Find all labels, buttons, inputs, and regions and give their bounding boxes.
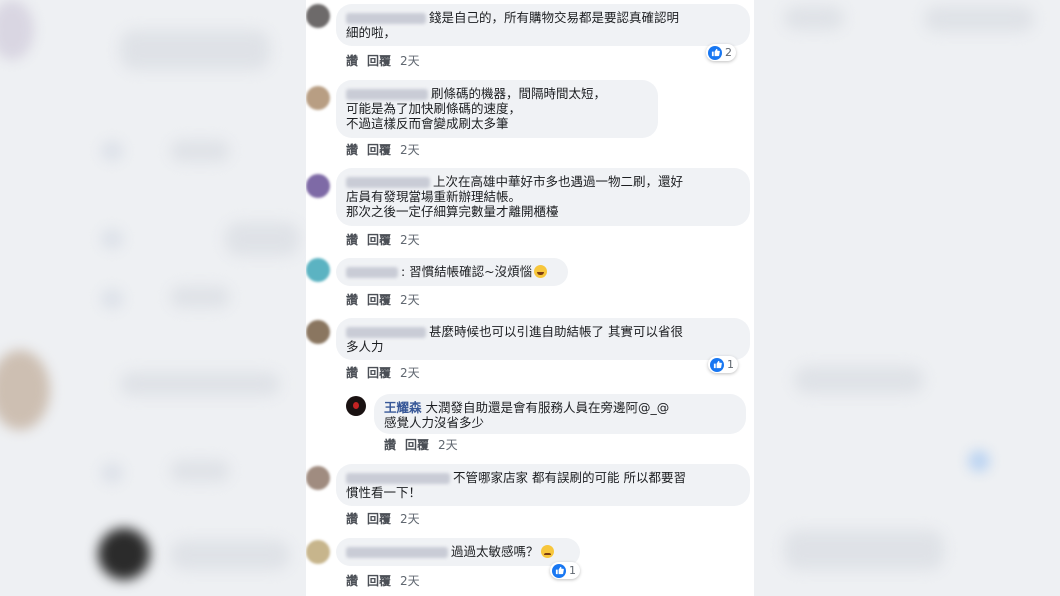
blurred-name [346, 13, 426, 24]
avatar[interactable] [346, 396, 366, 416]
comment-bubble: : 習慣結帳確認~沒煩惱 [336, 258, 568, 286]
reply-button[interactable]: 回覆 [367, 512, 391, 526]
comment-line: : 習慣結帳確認~沒煩惱 [401, 264, 533, 279]
reaction-count[interactable]: 1 [708, 356, 738, 373]
like-icon [552, 563, 566, 578]
like-button[interactable]: 讚 [346, 512, 358, 526]
comment-line: 甚麼時候也可以引進自助結帳了 其實可以省很 [429, 324, 683, 339]
like-button[interactable]: 讚 [384, 438, 396, 452]
comment-actions: 讚回覆 2天 [346, 510, 429, 527]
comment-line: 不管哪家店家 都有誤刷的可能 所以都要習 [453, 470, 686, 485]
comment-bubble: 上次在高雄中華好市多也遇過一物二刷，還好 店員有發現當場重新辦理結帳。 那次之後… [336, 168, 750, 226]
like-button[interactable]: 讚 [346, 293, 358, 307]
comment-thread: 錢是自己的，所有購物交易都是要認真確認明 細的啦， 2 讚回覆 2天 刷條碼的機器… [306, 0, 754, 596]
comment-line: 可能是為了加快刷條碼的速度， [346, 101, 522, 116]
reply-button[interactable]: 回覆 [367, 574, 391, 588]
blurred-name [346, 327, 426, 338]
timestamp[interactable]: 2天 [400, 366, 420, 380]
blurred-background-left [0, 0, 306, 596]
comment-line: 感覺人力沒省多少 [384, 415, 485, 430]
reply-button[interactable]: 回覆 [367, 293, 391, 307]
timestamp[interactable]: 2天 [438, 438, 458, 452]
laughing-emoji [534, 265, 548, 278]
comment-line: 多人力 [346, 339, 384, 354]
comment-actions: 讚回覆 2天 [384, 436, 467, 453]
avatar[interactable] [306, 320, 330, 344]
reply-bubble: 王耀森 大潤發自助還是會有服務人員在旁邊阿@_@ 感覺人力沒省多少 [374, 394, 746, 434]
avatar[interactable] [306, 540, 330, 564]
comment-line: 慣性看一下！ [346, 485, 422, 500]
comment-bubble: 錢是自己的，所有購物交易都是要認真確認明 細的啦， [336, 4, 750, 46]
comment-bubble: 不管哪家店家 都有誤刷的可能 所以都要習 慣性看一下！ [336, 464, 750, 506]
reply-button[interactable]: 回覆 [367, 54, 391, 68]
comment-line: 不過這樣反而會變成刷太多筆 [346, 116, 509, 131]
reaction-count[interactable]: 2 [706, 44, 736, 61]
like-button[interactable]: 讚 [346, 143, 358, 157]
comment-actions: 讚回覆 2天 [346, 141, 429, 158]
comment-actions: 讚回覆 2天 [346, 572, 429, 589]
comment-line: 過過太敏感嗎？ [451, 544, 539, 559]
like-button[interactable]: 讚 [346, 574, 358, 588]
avatar[interactable] [306, 466, 330, 490]
comment-line: 那次之後一定仔細算完數量才離開櫃檯 [346, 204, 559, 219]
comment-line: 細的啦， [346, 25, 397, 40]
timestamp[interactable]: 2天 [400, 512, 420, 526]
like-button[interactable]: 讚 [346, 233, 358, 247]
reply-author-name[interactable]: 王耀森 [384, 400, 422, 415]
comment-bubble: 甚麼時候也可以引進自助結帳了 其實可以省很 多人力 [336, 318, 750, 360]
timestamp[interactable]: 2天 [400, 143, 420, 157]
comment-actions: 讚回覆 2天 [346, 364, 429, 381]
timestamp[interactable]: 2天 [400, 233, 420, 247]
comment-actions: 讚回覆 2天 [346, 291, 429, 308]
timestamp[interactable]: 2天 [400, 574, 420, 588]
avatar[interactable] [306, 4, 330, 28]
avatar[interactable] [306, 86, 330, 110]
avatar[interactable] [306, 174, 330, 198]
reply-button[interactable]: 回覆 [367, 233, 391, 247]
comment-line: 大潤發自助還是會有服務人員在旁邊阿@_@ [425, 400, 670, 415]
like-icon [710, 357, 724, 372]
blurred-name [346, 473, 450, 484]
avatar[interactable] [306, 258, 330, 282]
blurred-name [346, 177, 430, 188]
comment-line: 店員有發現當場重新辦理結帳。 [346, 189, 522, 204]
comment-line: 錢是自己的，所有購物交易都是要認真確認明 [429, 10, 680, 25]
comment-bubble: 過過太敏感嗎？ [336, 538, 580, 566]
like-icon [708, 45, 722, 60]
reaction-count[interactable]: 1 [550, 562, 580, 579]
blurred-background-right [754, 0, 1060, 596]
like-button[interactable]: 讚 [346, 54, 358, 68]
comment-actions: 讚回覆 2天 [346, 52, 429, 69]
comment-actions: 讚回覆 2天 [346, 231, 429, 248]
like-button[interactable]: 讚 [346, 366, 358, 380]
timestamp[interactable]: 2天 [400, 54, 420, 68]
sad-emoji [540, 545, 554, 558]
reply-button[interactable]: 回覆 [405, 438, 429, 452]
blurred-name [346, 547, 448, 558]
comment-line: 上次在高雄中華好市多也遇過一物二刷，還好 [433, 174, 684, 189]
comment-bubble: 刷條碼的機器，間隔時間太短， 可能是為了加快刷條碼的速度， 不過這樣反而會變成刷… [336, 80, 658, 138]
reply-button[interactable]: 回覆 [367, 366, 391, 380]
reply-button[interactable]: 回覆 [367, 143, 391, 157]
blurred-name [346, 267, 398, 278]
blurred-name [346, 89, 428, 100]
timestamp[interactable]: 2天 [400, 293, 420, 307]
comment-line: 刷條碼的機器，間隔時間太短， [431, 86, 607, 101]
